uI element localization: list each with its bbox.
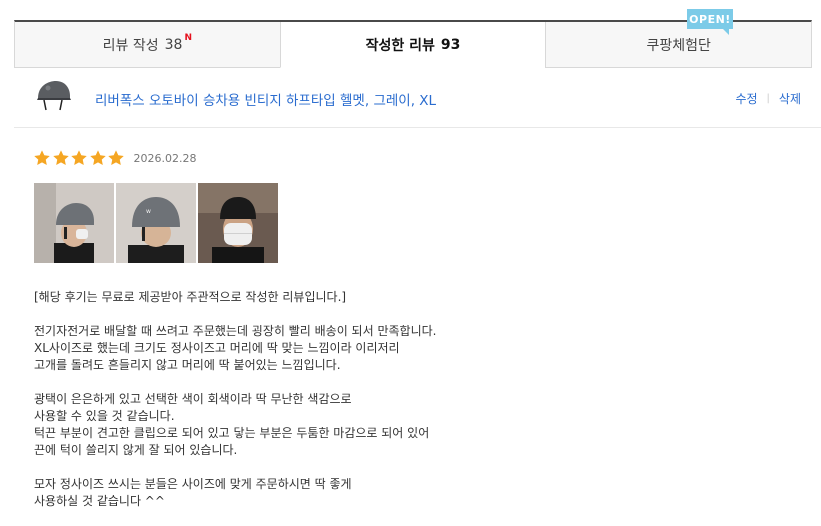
- review-line: 턱끈 부분이 견고한 클립으로 되어 있고 닿는 부분은 두툼한 마감으로 되어…: [34, 426, 430, 440]
- divider: |: [766, 93, 770, 104]
- star-icon: [71, 150, 87, 165]
- tab-write-review[interactable]: 리뷰 작성 38 N: [15, 22, 280, 67]
- review-line: 광택이 은은하게 있고 선택한 색이 회색이라 딱 무난한 색감으로: [34, 392, 352, 406]
- review-photo-front[interactable]: [198, 183, 278, 263]
- product-row: 리버폭스 오토바이 승차용 빈티지 하프타입 헬멧, 그레이, XL 수정 | …: [14, 70, 821, 128]
- review-line: 전기자전거로 배달할 때 쓰려고 주문했는데 굉장히 빨리 배송이 되서 만족합…: [34, 324, 437, 338]
- review-paragraph: 전기자전거로 배달할 때 쓰려고 주문했는데 굉장히 빨리 배송이 되서 만족합…: [34, 323, 734, 374]
- tab-count: 93: [440, 36, 461, 53]
- star-icon: [52, 150, 69, 165]
- review-line: 사용할 수 있을 것 같습니다.: [34, 409, 175, 423]
- product-title-link[interactable]: 리버폭스 오토바이 승차용 빈티지 하프타입 헬멧, 그레이, XL: [95, 89, 436, 109]
- edit-button[interactable]: 수정: [735, 90, 757, 107]
- star-rating: [33, 149, 126, 167]
- review-date: 2026.02.28: [133, 151, 197, 165]
- tab-label: 쿠팡체험단: [646, 37, 711, 54]
- tab-count: 38: [164, 36, 183, 53]
- star-icon: [89, 150, 106, 165]
- review-line: 고개를 돌려도 흔들리지 않고 머리에 딱 붙어있는 느낌입니다.: [34, 358, 341, 372]
- review-line: XL사이즈로 했는데 크기도 정사이즈고 머리에 딱 맞는 느낌이라 이리저리: [34, 341, 400, 355]
- tab-label: 작성한 리뷰: [365, 37, 435, 54]
- tab-label: 리뷰 작성: [102, 37, 159, 54]
- new-badge: N: [184, 32, 193, 43]
- review-line: 끈에 턱이 쓸리지 않게 잘 되어 있습니다.: [34, 443, 238, 457]
- review-paragraph: 광택이 은은하게 있고 선택한 색이 회색이라 딱 무난한 색감으로 사용할 수…: [34, 391, 734, 459]
- delete-button[interactable]: 삭제: [779, 90, 801, 107]
- review-photo-side[interactable]: [34, 183, 114, 263]
- open-badge: OPEN!: [687, 9, 733, 35]
- tab-experience-group[interactable]: 쿠팡체험단: [545, 22, 811, 67]
- review-body: [해당 후기는 무료로 제공받아 주관적으로 작성한 리뷰입니다.] 전기자전거…: [34, 289, 734, 526]
- star-icon: [34, 150, 50, 165]
- review-disclaimer: [해당 후기는 무료로 제공받아 주관적으로 작성한 리뷰입니다.]: [34, 290, 347, 304]
- review-line: 사용하실 것 같습니다 ^^: [34, 494, 165, 508]
- review-photos: w: [34, 183, 278, 263]
- star-icon: [108, 150, 124, 165]
- review-line: 모자 정사이즈 쓰시는 분들은 사이즈에 맞게 주문하시면 딱 좋게: [34, 477, 352, 491]
- review-actions: 수정 | 삭제: [735, 90, 801, 107]
- review-photo-back[interactable]: w: [116, 183, 196, 263]
- helmet-thumbnail[interactable]: [34, 76, 72, 118]
- review-rating: 2026.02.28: [33, 149, 196, 167]
- review-paragraph: 모자 정사이즈 쓰시는 분들은 사이즈에 맞게 주문하시면 딱 좋게 사용하실 …: [34, 476, 734, 510]
- tab-written-reviews[interactable]: 작성한 리뷰 93: [279, 22, 546, 68]
- svg-text:w: w: [146, 208, 151, 215]
